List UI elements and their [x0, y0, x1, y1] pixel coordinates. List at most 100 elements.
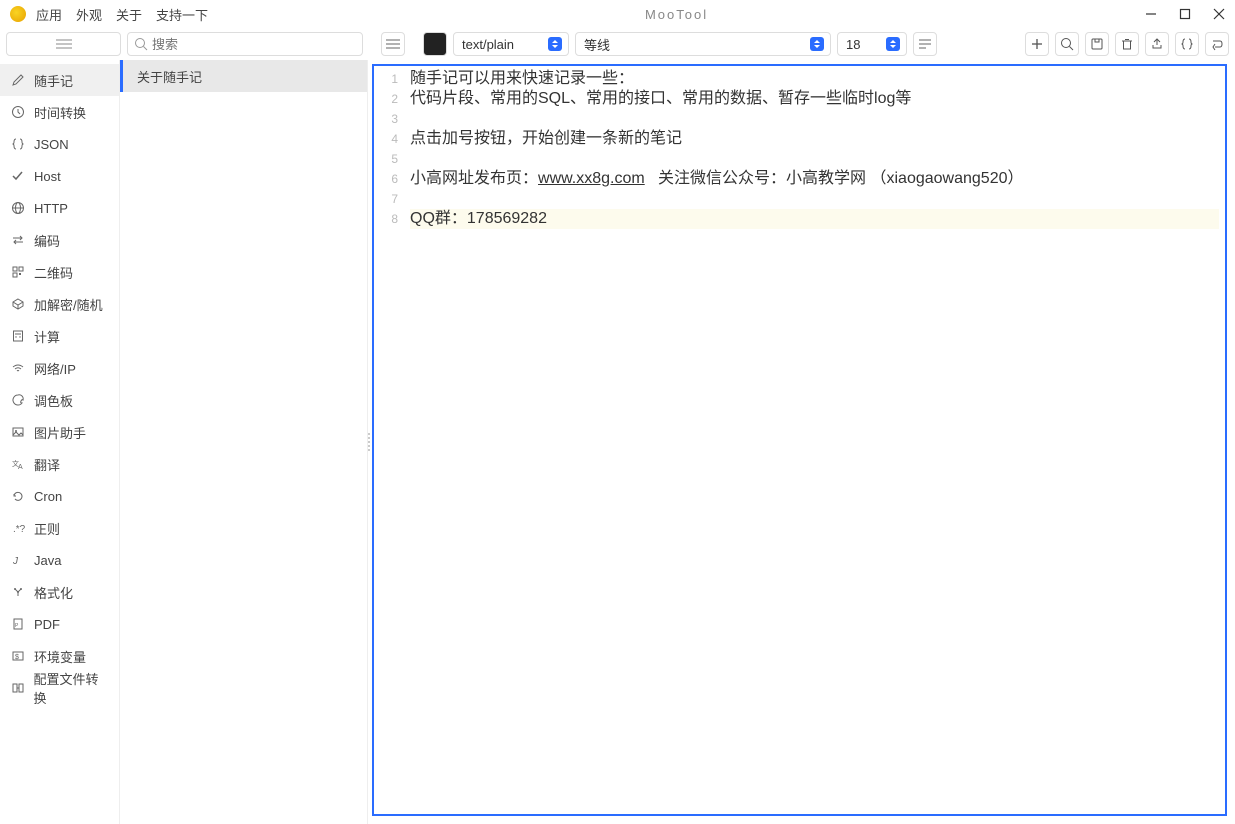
export-button[interactable] — [1145, 32, 1169, 56]
sidebar-item-label: 网络/IP — [34, 359, 76, 378]
export-icon — [1150, 37, 1164, 51]
sidebar-item-label: 二维码 — [34, 263, 73, 282]
sidebar-item-13[interactable]: Cron — [0, 480, 119, 512]
menu-support[interactable]: 支持一下 — [156, 5, 208, 24]
sidebar-item-3[interactable]: Host — [0, 160, 119, 192]
sidebar-item-label: 环境变量 — [34, 647, 86, 666]
sidebar-item-label: 翻译 — [34, 455, 60, 474]
fontsize-select[interactable]: 18 — [837, 32, 907, 56]
chevron-updown-icon — [548, 37, 562, 51]
svg-text:$: $ — [15, 654, 19, 661]
editor-line: 随手记可以用来快速记录一些： — [410, 69, 1219, 89]
chevron-updown-icon — [886, 37, 900, 51]
menu-appearance[interactable]: 外观 — [76, 5, 102, 24]
sidebar-item-17[interactable]: P PDF — [0, 608, 119, 640]
font-select[interactable]: 等线 — [575, 32, 831, 56]
text-color-button[interactable] — [423, 32, 447, 56]
note-list: 关于随手记 — [120, 60, 368, 824]
sidebar-item-16[interactable]: 格式化 — [0, 576, 119, 608]
sidebar-item-label: 格式化 — [34, 583, 73, 602]
sidebar-item-18[interactable]: $ 环境变量 — [0, 640, 119, 672]
sidebar-item-10[interactable]: 调色板 — [0, 384, 119, 416]
save-icon — [1090, 37, 1104, 51]
sidebar-item-1[interactable]: 时间转换 — [0, 96, 119, 128]
translate-icon: 文A — [10, 456, 26, 472]
globe-icon — [10, 200, 26, 216]
sidebar-item-8[interactable]: 计算 — [0, 320, 119, 352]
sidebar-item-label: 图片助手 — [34, 423, 86, 442]
java-icon: J — [10, 552, 26, 568]
pdf-icon: P — [10, 616, 26, 632]
editor-line — [410, 109, 1219, 129]
sidebar-item-5[interactable]: 编码 — [0, 224, 119, 256]
editor-content[interactable]: 随手记可以用来快速记录一些：代码片段、常用的SQL、常用的接口、常用的数据、暂存… — [404, 66, 1225, 814]
editor-line: 点击加号按钮，开始创建一条新的笔记 — [410, 129, 1219, 149]
sidebar-toggle-button[interactable] — [6, 32, 121, 56]
toolbar: text/plain 等线 18 — [0, 28, 1235, 60]
sidebar-item-11[interactable]: 图片助手 — [0, 416, 119, 448]
sidebar-item-label: 计算 — [34, 327, 60, 346]
sidebar-item-label: Cron — [34, 489, 62, 504]
syntax-select[interactable]: text/plain — [453, 32, 569, 56]
sidebar-item-14[interactable]: .*?正则 — [0, 512, 119, 544]
wifi-icon — [10, 360, 26, 376]
editor[interactable]: 12345678 随手记可以用来快速记录一些：代码片段、常用的SQL、常用的接口… — [372, 64, 1227, 816]
sidebar-item-label: 时间转换 — [34, 103, 86, 122]
sidebar-item-label: Java — [34, 553, 61, 568]
minimize-button[interactable] — [1145, 8, 1157, 20]
menu-app[interactable]: 应用 — [36, 5, 62, 24]
editor-pane: 12345678 随手记可以用来快速记录一些：代码片段、常用的SQL、常用的接口… — [368, 60, 1235, 824]
braces-icon — [10, 136, 26, 152]
sidebar-item-15[interactable]: J Java — [0, 544, 119, 576]
sidebar-item-2[interactable]: JSON — [0, 128, 119, 160]
add-button[interactable] — [1025, 32, 1049, 56]
search-input[interactable] — [152, 37, 356, 52]
sidebar-item-19[interactable]: 配置文件转换 — [0, 672, 119, 704]
sidebar-item-label: Host — [34, 169, 61, 184]
sidebar-item-4[interactable]: HTTP — [0, 192, 119, 224]
search-input-wrap[interactable] — [127, 32, 363, 56]
sidebar-item-0[interactable]: 随手记 — [0, 64, 119, 96]
qr-icon — [10, 264, 26, 280]
format-button[interactable] — [1175, 32, 1199, 56]
wrap-icon — [918, 38, 932, 50]
more-button[interactable] — [1205, 32, 1229, 56]
splitter-handle[interactable] — [368, 422, 372, 462]
save-button[interactable] — [1085, 32, 1109, 56]
svg-text:.*?: .*? — [13, 524, 25, 535]
wrap-button[interactable] — [913, 32, 937, 56]
list-menu-button[interactable] — [381, 32, 405, 56]
sidebar-item-6[interactable]: 二维码 — [0, 256, 119, 288]
delete-button[interactable] — [1115, 32, 1139, 56]
find-button[interactable] — [1055, 32, 1079, 56]
trash-icon — [1120, 37, 1134, 51]
app-logo-icon — [10, 6, 26, 22]
sidebar-item-9[interactable]: 网络/IP — [0, 352, 119, 384]
format-icon — [10, 584, 26, 600]
link[interactable]: www.xx8g.com — [538, 170, 645, 187]
sidebar-item-7[interactable]: 加解密/随机 — [0, 288, 119, 320]
config-icon — [10, 680, 25, 696]
svg-text:A: A — [18, 464, 23, 471]
search-icon — [1060, 37, 1074, 51]
svg-text:P: P — [15, 623, 19, 629]
line-gutter: 12345678 — [374, 66, 404, 814]
titlebar: 应用 外观 关于 支持一下 MooTool — [0, 0, 1235, 28]
menu-about[interactable]: 关于 — [116, 5, 142, 24]
sidebar-item-12[interactable]: 文A 翻译 — [0, 448, 119, 480]
calc-icon — [10, 328, 26, 344]
maximize-button[interactable] — [1179, 8, 1191, 20]
sidebar-item-label: 编码 — [34, 231, 60, 250]
sidebar-item-label: JSON — [34, 137, 69, 152]
close-button[interactable] — [1213, 8, 1225, 20]
env-icon: $ — [10, 648, 26, 664]
note-list-item[interactable]: 关于随手记 — [120, 60, 367, 92]
app-menu: 应用 外观 关于 支持一下 — [36, 5, 208, 24]
sidebar-item-label: PDF — [34, 617, 60, 632]
plus-icon — [1030, 37, 1044, 51]
sidebar-item-label: 配置文件转换 — [33, 669, 109, 707]
braces-icon — [1180, 37, 1194, 51]
chevron-updown-icon — [810, 37, 824, 51]
window-title: MooTool — [208, 7, 1145, 22]
hamburger-icon — [386, 38, 400, 50]
